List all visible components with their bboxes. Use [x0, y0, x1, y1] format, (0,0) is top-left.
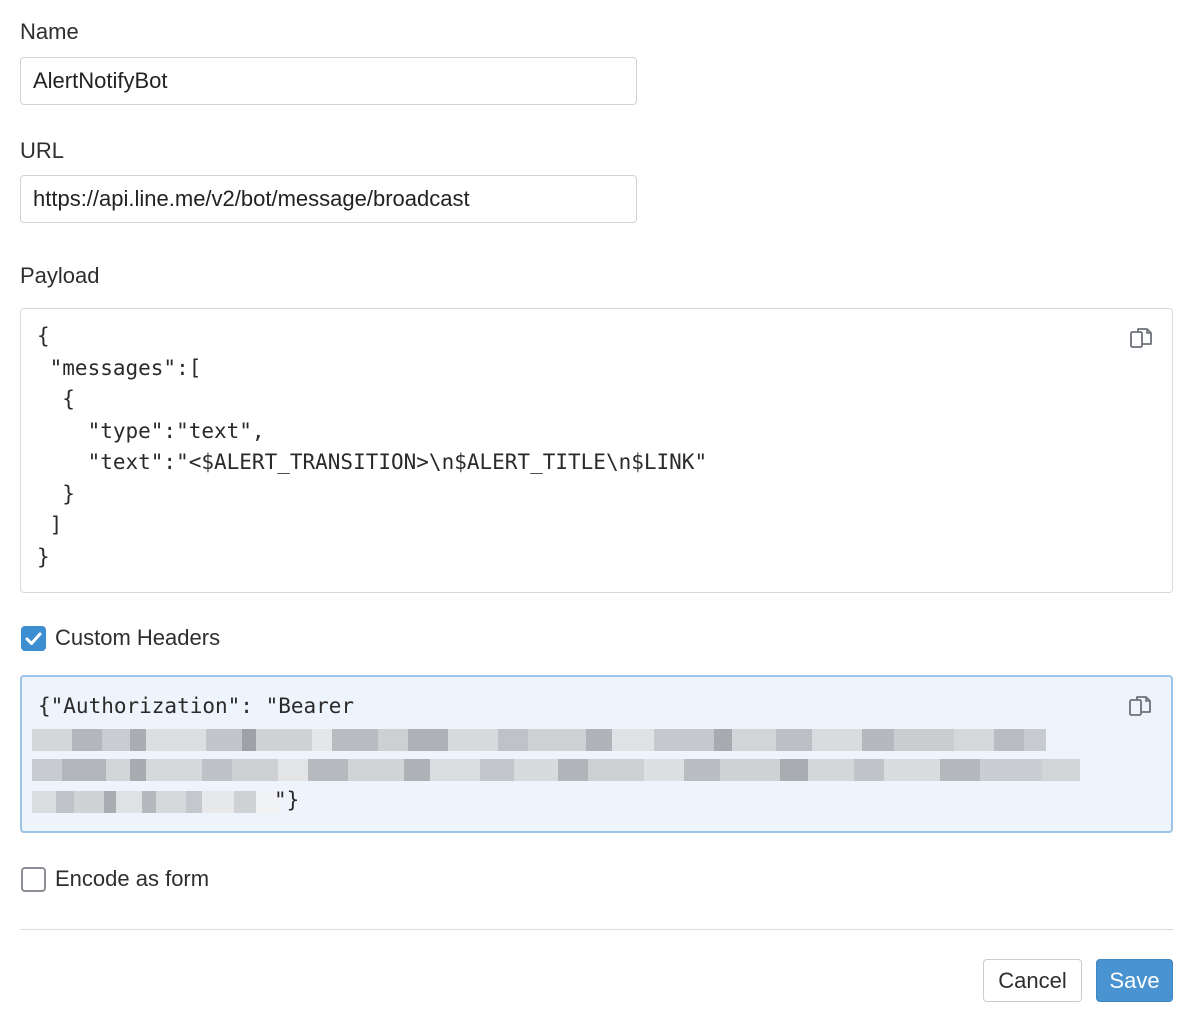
copy-icon-glyph [1130, 328, 1152, 348]
custom-headers-label[interactable]: Custom Headers [55, 625, 220, 651]
payload-label: Payload [20, 263, 100, 288]
payload-code[interactable]: { "messages":[ { "type":"text", "text":"… [37, 321, 707, 573]
url-input[interactable] [20, 175, 637, 223]
redacted-token-row-3 [32, 791, 280, 813]
name-label: Name [20, 19, 79, 44]
encode-as-form-label[interactable]: Encode as form [55, 866, 209, 892]
redacted-token-row-2 [32, 759, 1080, 781]
divider [20, 929, 1173, 930]
custom-headers-checkbox[interactable] [21, 626, 46, 651]
redacted-token-row-1 [32, 729, 1046, 751]
checkmark-icon [25, 632, 42, 645]
name-input[interactable] [20, 57, 637, 105]
save-button[interactable]: Save [1096, 959, 1173, 1002]
copy-icon-glyph [1129, 696, 1151, 716]
encode-as-form-checkbox[interactable] [21, 867, 46, 892]
custom-headers-code-first-line[interactable]: {"Authorization": "Bearer [38, 691, 354, 723]
cancel-button[interactable]: Cancel [983, 959, 1082, 1002]
copy-icon[interactable] [1127, 693, 1155, 721]
custom-headers-editor[interactable]: {"Authorization": "Bearer "} [20, 675, 1173, 833]
custom-headers-code-tail[interactable]: "} [274, 785, 299, 817]
webhook-form: Name URL Payload { "messages":[ { "type"… [0, 0, 1200, 1016]
copy-icon[interactable] [1128, 325, 1156, 353]
url-label: URL [20, 138, 65, 163]
payload-editor[interactable]: { "messages":[ { "type":"text", "text":"… [20, 308, 1173, 593]
